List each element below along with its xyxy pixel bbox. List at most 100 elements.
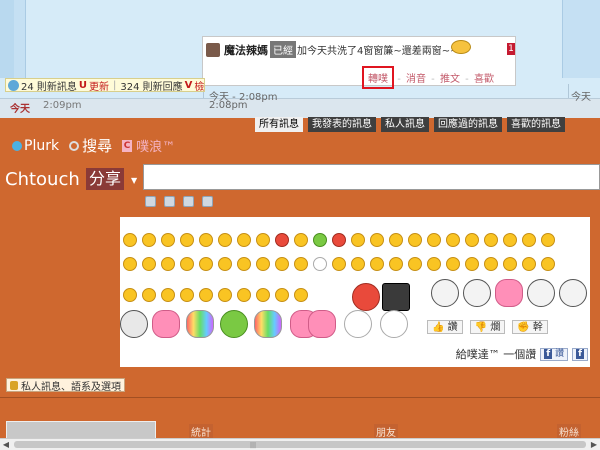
tab-liked-plurks[interactable]: 喜歡的訊息	[507, 117, 565, 132]
emoticon-picker-icon[interactable]	[202, 196, 213, 207]
emoticon-icon[interactable]	[503, 257, 517, 271]
tab-my-plurks[interactable]: 我發表的訊息	[308, 117, 376, 132]
emoticon-icon[interactable]	[275, 257, 289, 271]
chevron-down-icon[interactable]: ▼	[131, 176, 137, 185]
emoticon-icon[interactable]	[123, 288, 137, 302]
scroll-left-icon[interactable]: ◀	[0, 439, 12, 450]
emoticon-icon[interactable]	[308, 310, 336, 338]
response-count-badge[interactable]: 1	[507, 43, 515, 55]
emoticon-icon[interactable]	[382, 283, 410, 311]
emoticon-icon[interactable]	[541, 257, 555, 271]
sound-icon[interactable]	[8, 79, 19, 91]
plurk-input[interactable]	[143, 164, 600, 190]
facebook-share-button[interactable]: f	[572, 347, 588, 361]
emoticon-icon[interactable]	[142, 233, 156, 247]
emoticon-icon[interactable]	[237, 233, 251, 247]
emoticon-icon[interactable]	[218, 257, 232, 271]
tab-all-plurks[interactable]: 所有訊息	[255, 117, 303, 132]
emoticon-icon[interactable]	[294, 233, 308, 247]
emoticon-icon[interactable]	[408, 257, 422, 271]
emoticon-icon[interactable]	[199, 288, 213, 302]
emoticon-icon[interactable]	[186, 310, 214, 338]
friends-label[interactable]: 朋友	[374, 424, 398, 439]
emoticon-icon[interactable]	[503, 233, 517, 247]
nav-plurk[interactable]: Plurk	[12, 138, 59, 154]
emoticon-icon[interactable]	[484, 233, 498, 247]
emoticon-icon[interactable]	[465, 257, 479, 271]
emoticon-icon[interactable]	[256, 257, 270, 271]
emoticon-icon[interactable]	[484, 257, 498, 271]
fb-dislike-button[interactable]: 👎 爛	[469, 320, 506, 334]
emoticon-icon[interactable]	[152, 310, 180, 338]
emoticon-icon[interactable]	[142, 257, 156, 271]
private-options-button[interactable]: 私人訊息、語系及選項	[6, 378, 125, 393]
emoticon-icon[interactable]	[427, 257, 441, 271]
emoticon-icon[interactable]	[351, 257, 365, 271]
update-link[interactable]: 更新	[89, 78, 109, 93]
emoticon-icon[interactable]	[559, 279, 587, 307]
emoticon-icon[interactable]	[389, 233, 403, 247]
tab-responded-plurks[interactable]: 回應過的訊息	[434, 117, 502, 132]
emoticon-icon[interactable]	[446, 257, 460, 271]
recommend-button[interactable]: 推文	[440, 74, 460, 85]
emoticon-icon[interactable]	[463, 279, 491, 307]
emoticon-icon[interactable]	[294, 257, 308, 271]
mute-button[interactable]: 消音	[406, 74, 426, 85]
emoticon-icon[interactable]	[541, 233, 555, 247]
emoticon-icon[interactable]	[332, 233, 346, 247]
emoticon-icon[interactable]	[344, 310, 372, 338]
emoticon-icon[interactable]	[332, 257, 346, 271]
emoticon-icon[interactable]	[370, 233, 384, 247]
emoticon-icon[interactable]	[180, 288, 194, 302]
emoticon-icon[interactable]	[161, 257, 175, 271]
nav-karma[interactable]: C 噗浪™	[122, 136, 175, 155]
emoticon-icon[interactable]	[142, 288, 156, 302]
emoticon-icon[interactable]	[527, 279, 555, 307]
youtube-icon[interactable]	[164, 196, 175, 207]
emoticon-icon[interactable]	[199, 233, 213, 247]
emoticon-icon[interactable]	[431, 279, 459, 307]
emoticon-icon[interactable]	[427, 233, 441, 247]
emoticon-icon[interactable]	[123, 233, 137, 247]
qualifier-select[interactable]: 分享	[86, 168, 125, 190]
emoticon-icon[interactable]	[352, 283, 380, 311]
emoticon-icon[interactable]	[218, 233, 232, 247]
like-button[interactable]: 喜歡	[474, 74, 494, 85]
facebook-like-button[interactable]: f 讚	[540, 347, 569, 361]
emoticon-icon[interactable]	[408, 233, 422, 247]
nav-search[interactable]: 搜尋	[69, 135, 112, 156]
scrollbar-thumb[interactable]: |||	[14, 441, 586, 449]
emoticon-icon[interactable]	[120, 310, 148, 338]
emoticon-icon[interactable]	[161, 233, 175, 247]
emoticon-icon[interactable]	[380, 310, 408, 338]
emoticon-icon[interactable]	[218, 288, 232, 302]
emoticon-icon[interactable]	[256, 233, 270, 247]
emoticon-icon[interactable]	[351, 233, 365, 247]
horizontal-scrollbar[interactable]: ◀ ||| ▶	[0, 438, 600, 450]
emoticon-icon[interactable]	[446, 233, 460, 247]
emoticon-icon[interactable]	[495, 279, 523, 307]
stats-label[interactable]: 統計	[189, 424, 213, 439]
replurk-button[interactable]: 轉噗	[362, 66, 394, 89]
tab-private-plurks[interactable]: 私人訊息	[381, 117, 429, 132]
emoticon-icon[interactable]	[237, 288, 251, 302]
emoticon-icon[interactable]	[256, 288, 270, 302]
fb-curse-button[interactable]: ✊ 幹	[512, 320, 548, 334]
emoticon-icon[interactable]	[522, 233, 536, 247]
plurk-popup[interactable]: 魔法辣媽 已經 加今天共洗了4窗窗簾~還差兩窗~~~ 1 轉噗 - 消音 - 推…	[202, 36, 516, 89]
emoticon-icon[interactable]	[237, 257, 251, 271]
fans-label[interactable]: 粉絲	[557, 424, 581, 439]
plurk-username[interactable]: 魔法辣媽	[224, 42, 268, 58]
emoticon-icon[interactable]	[294, 288, 308, 302]
link-icon[interactable]	[183, 196, 194, 207]
emoticon-icon[interactable]	[465, 233, 479, 247]
emoticon-icon[interactable]	[313, 257, 327, 271]
image-upload-icon[interactable]	[145, 196, 156, 207]
emoticon-icon[interactable]	[522, 257, 536, 271]
fb-like-button[interactable]: 👍 讚	[427, 320, 463, 334]
emoticon-icon[interactable]	[180, 233, 194, 247]
emoticon-icon[interactable]	[161, 288, 175, 302]
emoticon-icon[interactable]	[275, 233, 289, 247]
emoticon-icon[interactable]	[199, 257, 213, 271]
emoticon-icon[interactable]	[389, 257, 403, 271]
